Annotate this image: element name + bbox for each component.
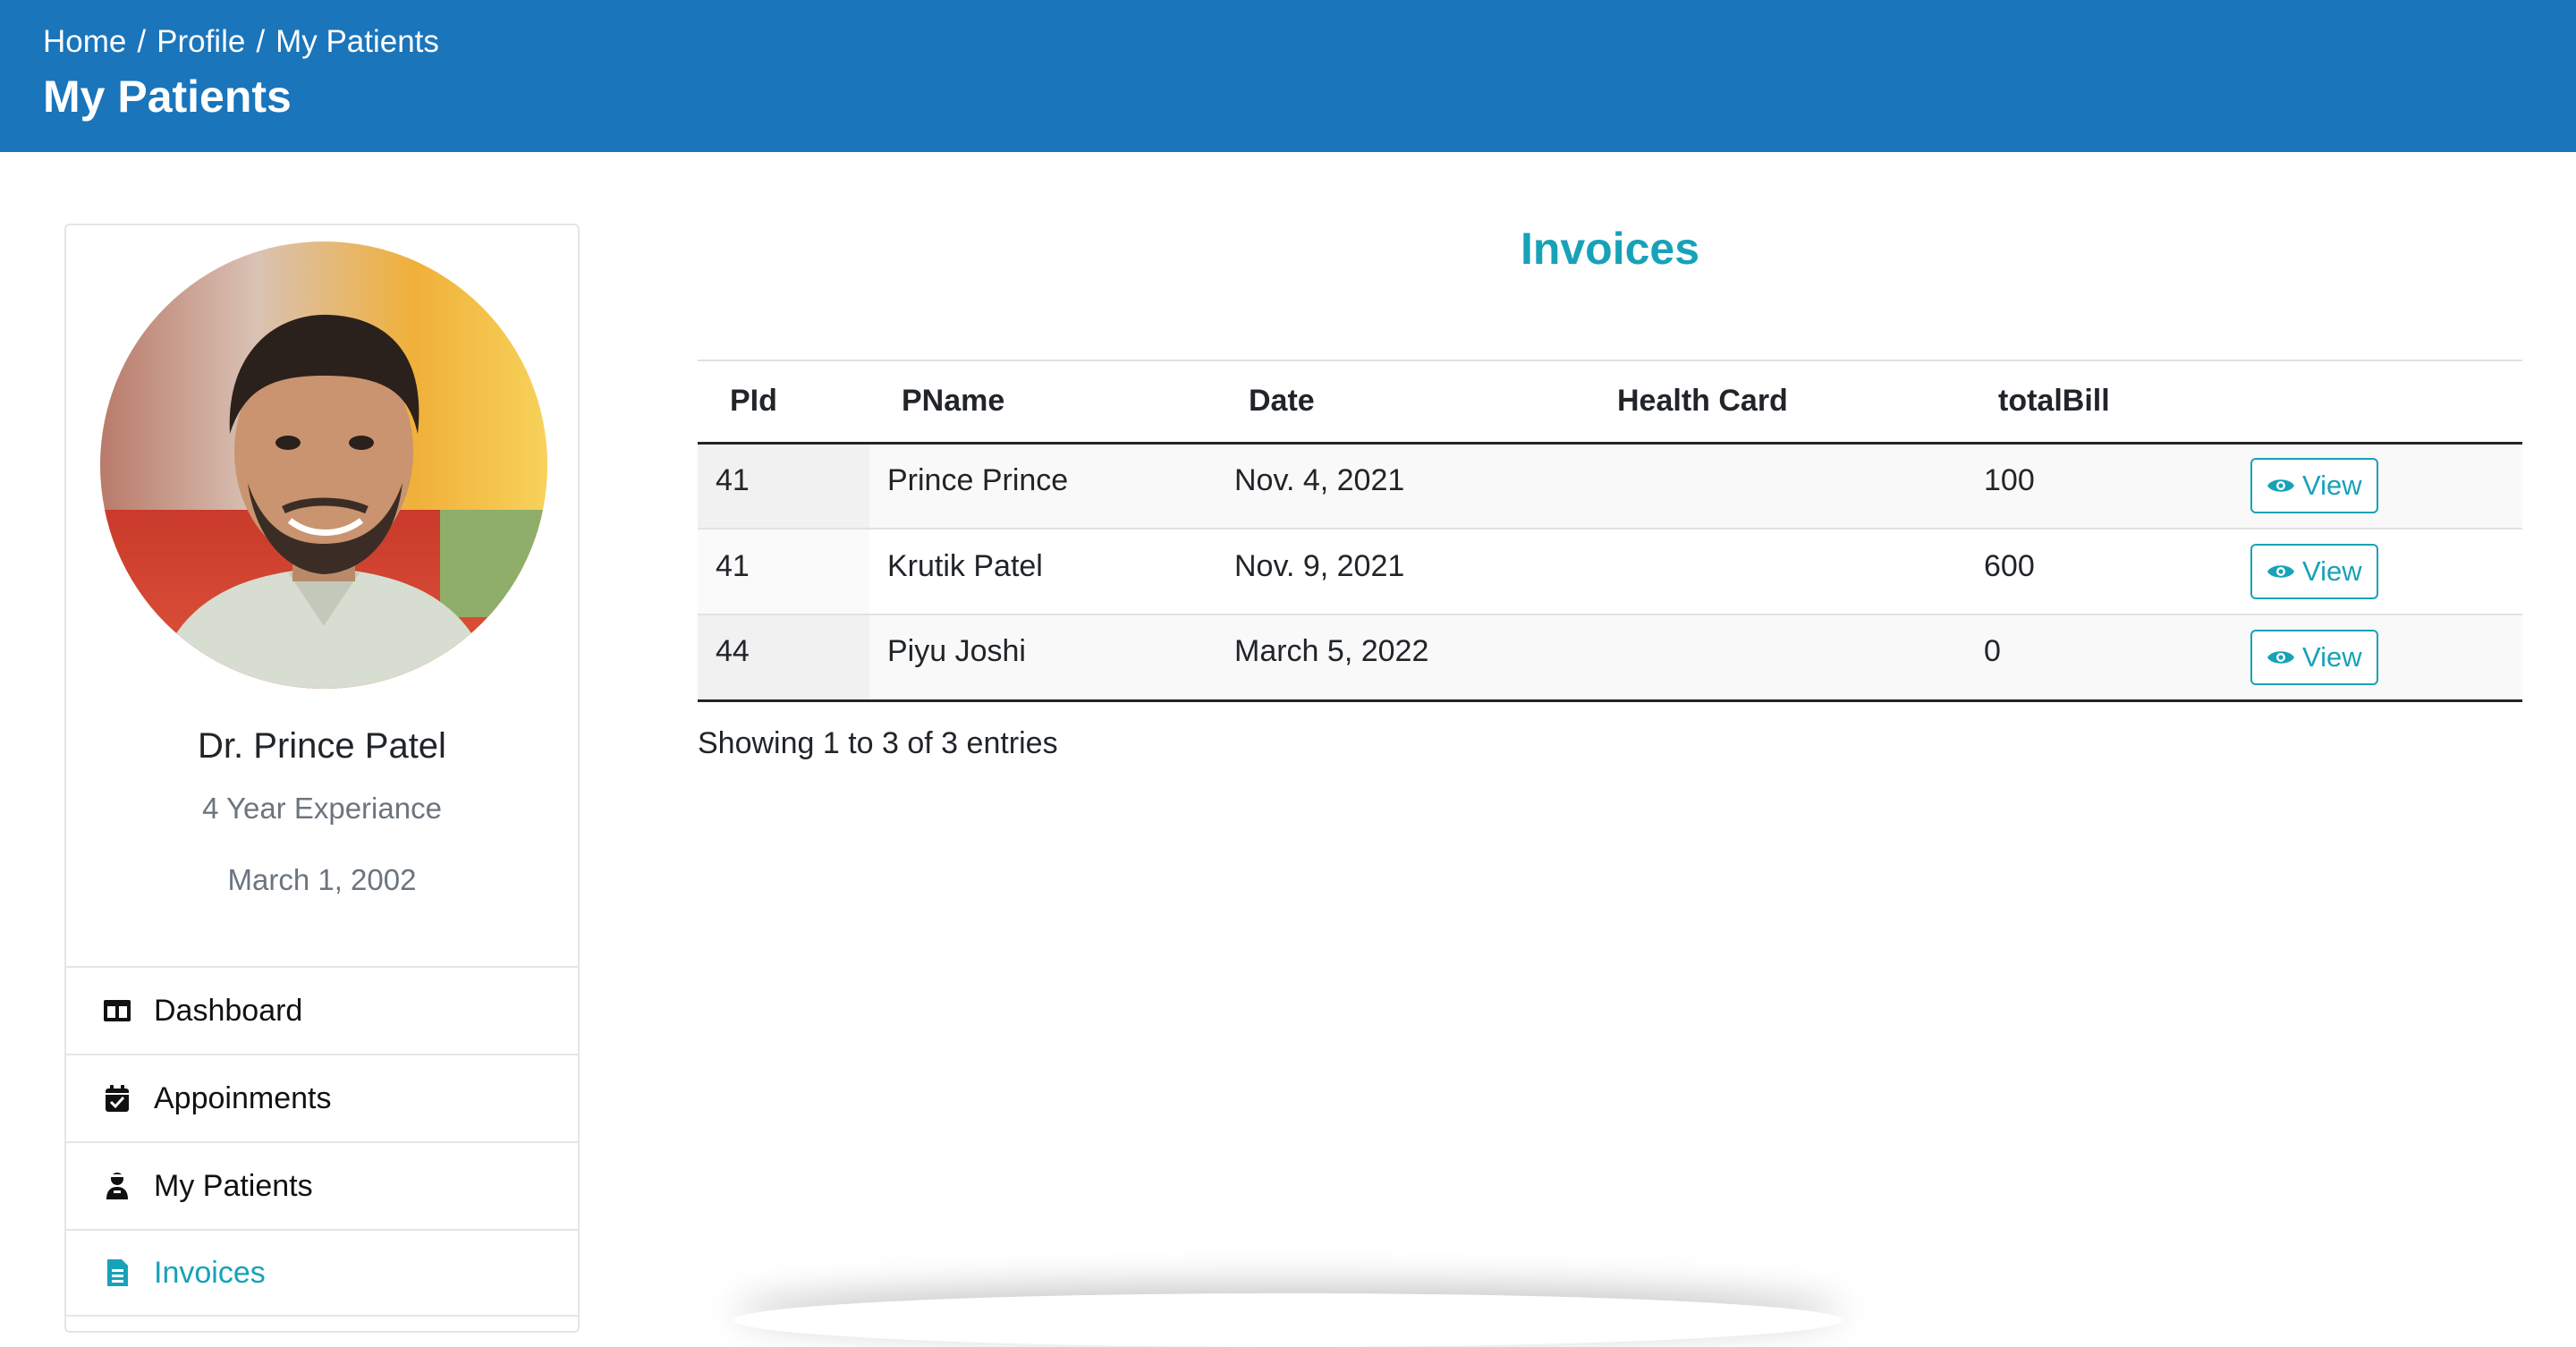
- view-invoice-button[interactable]: View: [2250, 458, 2378, 514]
- invoices-title: Invoices: [1520, 224, 1700, 274]
- cell-health-card: [1585, 529, 1966, 615]
- cell-total-bill: 600: [1966, 529, 2233, 615]
- cell-health-card: [1585, 614, 1966, 702]
- sidebar-item-dashboard[interactable]: Dashboard: [66, 966, 578, 1054]
- cell-action: View: [2233, 529, 2522, 615]
- user-injured-icon: [102, 1171, 132, 1201]
- cell-total-bill: 0: [1966, 614, 2233, 702]
- table-row: 41 Krutik Patel Nov. 9, 2021 600 View: [698, 529, 2522, 615]
- cell-pname: Krutik Patel: [869, 529, 1216, 615]
- table-entries-info: Showing 1 to 3 of 3 entries: [698, 726, 1058, 760]
- doctor-date: March 1, 2002: [227, 863, 417, 896]
- sidebar-item-label: Invoices: [154, 1255, 266, 1290]
- cell-pid: 41: [698, 443, 869, 529]
- breadcrumb: Home / Profile / My Patients: [43, 20, 2533, 64]
- avatar-photo: [100, 241, 547, 689]
- profile-card: Dr. Prince Patel 4 Year Experiance March…: [64, 224, 580, 1333]
- view-invoice-button[interactable]: View: [2250, 544, 2378, 599]
- calendar-check-icon: [102, 1083, 132, 1114]
- breadcrumb-current: My Patients: [275, 24, 439, 59]
- dashboard-icon: [102, 995, 132, 1026]
- column-header-pid[interactable]: PId: [698, 360, 869, 445]
- cell-date: March 5, 2022: [1216, 614, 1585, 702]
- view-invoice-button[interactable]: View: [2250, 629, 2378, 685]
- column-header-pname[interactable]: PName: [869, 360, 1216, 445]
- breadcrumb-profile-link[interactable]: Profile: [157, 20, 245, 64]
- sidebar-item-my-patients[interactable]: My Patients: [66, 1141, 578, 1229]
- column-header-date[interactable]: Date: [1216, 360, 1585, 445]
- column-header-total-bill[interactable]: totalBill: [1966, 360, 2233, 445]
- column-header-action: [2233, 360, 2522, 445]
- sidebar-item-appoinments[interactable]: Appoinments: [66, 1054, 578, 1141]
- breadcrumb-separator: /: [137, 24, 147, 59]
- sidebar-item-label: Dashboard: [154, 993, 303, 1028]
- cell-date: Nov. 4, 2021: [1216, 443, 1585, 529]
- doctor-name: Dr. Prince Patel: [198, 726, 446, 766]
- eye-icon: [2267, 565, 2294, 578]
- sidebar-item-label: My Patients: [154, 1168, 313, 1203]
- eye-icon: [2267, 651, 2294, 664]
- eye-icon: [2267, 479, 2294, 492]
- cell-pid: 41: [698, 529, 869, 615]
- cell-pname: Prince Prince: [869, 443, 1216, 529]
- avatar: [100, 241, 547, 689]
- view-button-label: View: [2302, 640, 2362, 673]
- doctor-experience: 4 Year Experiance: [202, 792, 442, 825]
- table-row: 41 Prince Prince Nov. 4, 2021 100 View: [698, 443, 2522, 529]
- invoice-icon: [102, 1258, 132, 1288]
- cell-pname: Piyu Joshi: [869, 614, 1216, 702]
- page-header: Home / Profile / My Patients My Patients: [0, 0, 2576, 152]
- table-row: 44 Piyu Joshi March 5, 2022 0 View: [698, 614, 2522, 702]
- bottom-shadow-edge: [733, 1293, 1843, 1347]
- cell-total-bill: 100: [1966, 443, 2233, 529]
- breadcrumb-separator: /: [256, 24, 266, 59]
- sidebar-menu: Dashboard Appoinments My Patients Invoic…: [66, 966, 578, 1317]
- cell-health-card: [1585, 443, 1966, 529]
- cell-pid: 44: [698, 614, 869, 702]
- view-button-label: View: [2302, 470, 2362, 502]
- table-header-row: PId PName Date Health Card totalBill: [698, 360, 2522, 445]
- sidebar-item-invoices[interactable]: Invoices: [66, 1229, 578, 1317]
- cell-date: Nov. 9, 2021: [1216, 529, 1585, 615]
- page-title: My Patients: [43, 72, 292, 122]
- breadcrumb-home-link[interactable]: Home: [43, 20, 126, 64]
- cell-action: View: [2233, 443, 2522, 529]
- cell-action: View: [2233, 614, 2522, 702]
- sidebar-item-label: Appoinments: [154, 1080, 332, 1115]
- invoices-table: PId PName Date Health Card totalBill 41 …: [698, 360, 2522, 702]
- column-header-health-card[interactable]: Health Card: [1585, 360, 1966, 445]
- view-button-label: View: [2302, 555, 2362, 587]
